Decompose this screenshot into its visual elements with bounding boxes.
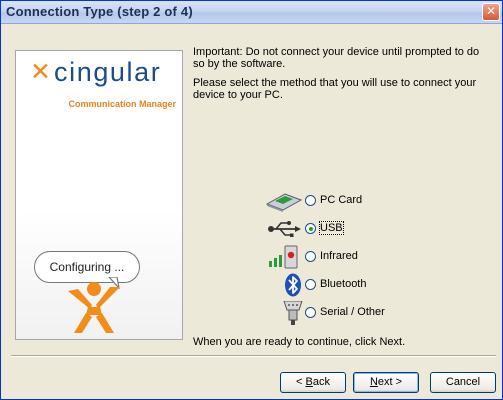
radio-usb[interactable] bbox=[305, 223, 316, 234]
product-subtitle: Communication Manager bbox=[68, 99, 176, 109]
next-button[interactable]: Next > bbox=[353, 372, 419, 393]
option-label-serial: Serial / Other bbox=[320, 306, 385, 318]
footer-separator bbox=[11, 355, 496, 357]
next-button-label: ext > bbox=[377, 376, 403, 388]
option-label-bluetooth: Bluetooth bbox=[320, 278, 367, 290]
brand-panel: ✕ cingular Communication Manager Configu… bbox=[15, 50, 183, 340]
selection-prompt: Please select the method that you will u… bbox=[193, 77, 477, 101]
title-bar[interactable]: Connection Type (step 2 of 4) ✕ bbox=[1, 1, 502, 24]
cingular-logo-text: cingular bbox=[54, 57, 162, 87]
window-title: Connection Type (step 2 of 4) bbox=[6, 4, 193, 19]
pc-card-icon bbox=[265, 193, 303, 212]
next-button-accelerator: N bbox=[369, 376, 378, 388]
option-label-usb: USB bbox=[319, 221, 344, 235]
usb-icon bbox=[268, 221, 301, 237]
cancel-button[interactable]: Cancel bbox=[430, 372, 496, 393]
instructions: Important: Do not connect your device un… bbox=[193, 46, 493, 108]
radio-infrared[interactable] bbox=[305, 251, 316, 262]
option-label-pc-card: PC Card bbox=[320, 194, 363, 206]
continue-instruction: When you are ready to continue, click Ne… bbox=[193, 336, 406, 348]
wizard-window: Connection Type (step 2 of 4) ✕ ✕ cingul… bbox=[0, 0, 503, 400]
radio-bluetooth[interactable] bbox=[305, 279, 316, 290]
back-button-accelerator: B bbox=[305, 376, 313, 388]
infrared-icon bbox=[269, 245, 298, 269]
back-button-label: ack bbox=[312, 376, 330, 388]
back-button[interactable]: < Back bbox=[280, 372, 346, 393]
mascot-figure-icon bbox=[68, 282, 120, 333]
dialog-content: ✕ cingular Communication Manager Configu… bbox=[1, 24, 502, 399]
important-note: Important: Do not connect your device un… bbox=[193, 46, 480, 70]
close-icon: ✕ bbox=[485, 4, 497, 18]
serial-port-icon bbox=[283, 301, 303, 325]
bluetooth-icon bbox=[285, 273, 301, 297]
back-button-prefix: < bbox=[296, 376, 306, 388]
option-label-infrared: Infrared bbox=[320, 250, 358, 262]
cancel-button-label: Cancel bbox=[445, 376, 481, 388]
radio-serial[interactable] bbox=[305, 307, 316, 318]
radio-pc-card[interactable] bbox=[305, 195, 316, 206]
cingular-logo-icon: ✕ bbox=[30, 57, 51, 86]
close-button[interactable]: ✕ bbox=[482, 3, 500, 21]
